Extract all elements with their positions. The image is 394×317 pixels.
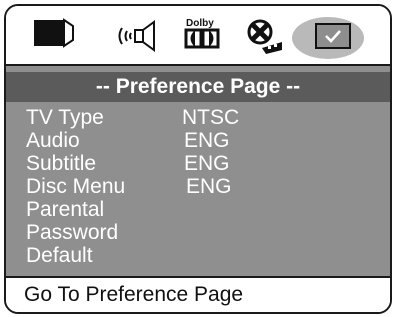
tv-monitor-icon bbox=[34, 18, 74, 48]
setting-value: ENG bbox=[184, 129, 230, 152]
dolby-logo-icon: Dolby bbox=[184, 18, 220, 49]
tab-general-setup[interactable] bbox=[28, 6, 82, 64]
tab-preference[interactable] bbox=[290, 6, 370, 64]
osd-setup-window: Dolby -- Preference Page -- TV Type NTSC… bbox=[4, 4, 392, 314]
setting-row-tv-type[interactable]: TV Type NTSC bbox=[6, 106, 390, 130]
setup-tab-bar: Dolby bbox=[6, 6, 390, 64]
setting-value: NTSC bbox=[182, 106, 240, 129]
page-title: -- Preference Page -- bbox=[6, 72, 390, 102]
film-reel-icon bbox=[247, 19, 282, 54]
tab-video-setup[interactable] bbox=[242, 6, 288, 64]
setting-value: ENG bbox=[186, 175, 232, 198]
svg-text:Dolby: Dolby bbox=[186, 18, 214, 29]
setting-label: Audio bbox=[26, 129, 80, 152]
setting-label: Parental bbox=[26, 198, 105, 221]
setting-label: Disc Menu bbox=[26, 175, 126, 198]
setting-label: Subtitle bbox=[26, 152, 97, 175]
setting-label: TV Type bbox=[26, 106, 104, 129]
setting-row-parental[interactable]: Parental bbox=[6, 198, 390, 222]
status-text: Go To Preference Page bbox=[24, 283, 244, 306]
tab-audio-setup[interactable] bbox=[104, 6, 168, 64]
tab-dolby-digital-setup[interactable]: Dolby bbox=[178, 6, 228, 64]
setting-row-password[interactable]: Password bbox=[6, 221, 390, 245]
status-bar: Go To Preference Page bbox=[6, 278, 390, 312]
setting-row-audio[interactable]: Audio ENG bbox=[6, 129, 390, 153]
setting-row-subtitle[interactable]: Subtitle ENG bbox=[6, 152, 390, 176]
checkmark-icon bbox=[292, 17, 364, 59]
setting-value: ENG bbox=[184, 152, 230, 175]
setting-label: Default bbox=[26, 244, 93, 267]
preference-page-panel: -- Preference Page -- TV Type NTSC Audio… bbox=[6, 64, 390, 278]
setting-row-default[interactable]: Default bbox=[6, 244, 390, 268]
setting-row-disc-menu[interactable]: Disc Menu ENG bbox=[6, 175, 390, 199]
setting-label: Password bbox=[26, 221, 119, 244]
speaker-icon bbox=[118, 20, 155, 52]
